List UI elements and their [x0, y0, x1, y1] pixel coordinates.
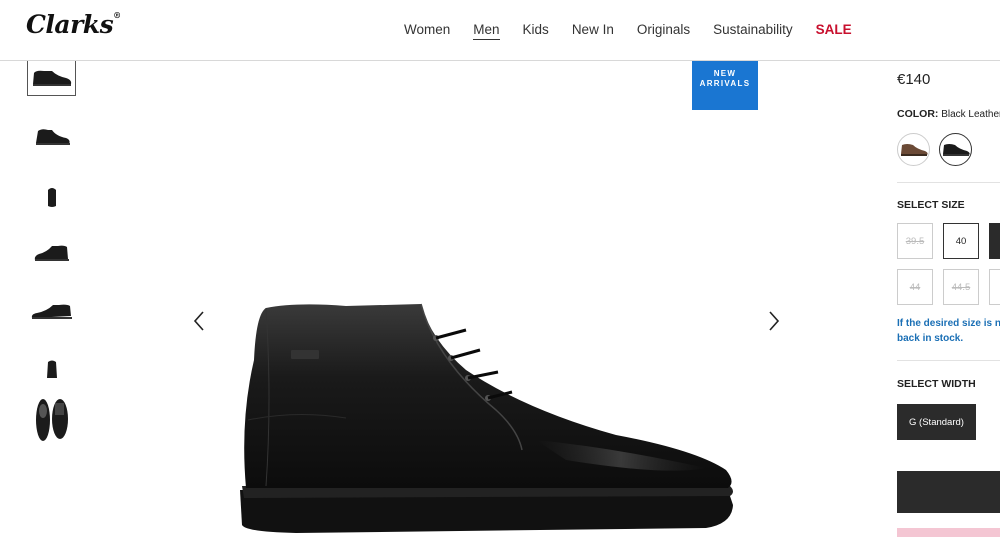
thumbnail-front-view[interactable]: [27, 179, 76, 214]
nav-item-kids[interactable]: Kids: [523, 22, 549, 40]
swatch-brown-leather[interactable]: [897, 133, 930, 166]
nav-item-new-in[interactable]: New In: [572, 22, 614, 40]
nav-item-women[interactable]: Women: [404, 22, 450, 40]
thumbnail-side-view-2[interactable]: [27, 236, 76, 271]
size-option-44-5[interactable]: 44.5: [943, 269, 979, 305]
stock-notification-link[interactable]: If the desired size is no back in stock.: [897, 316, 1000, 346]
nav-item-sale[interactable]: SALE: [816, 22, 852, 40]
thumbnail-heel-view[interactable]: [27, 351, 76, 386]
size-option-selected[interactable]: [989, 223, 1000, 259]
badge-line-1: NEW: [713, 69, 737, 78]
thumbnail-angle-view[interactable]: [27, 119, 76, 154]
product-price: €140: [897, 71, 931, 88]
nav-item-sustainability[interactable]: Sustainability: [713, 22, 793, 40]
secondary-action-bar[interactable]: [897, 528, 1000, 537]
size-option-40[interactable]: 40: [943, 223, 979, 259]
size-option-39-5[interactable]: 39.5: [897, 223, 933, 259]
chevron-right-icon[interactable]: [767, 310, 783, 334]
size-option-44[interactable]: 44: [897, 269, 933, 305]
color-row: COLOR: Black Leather: [897, 108, 1000, 120]
add-to-bag-button[interactable]: [897, 471, 1000, 513]
site-header: Clarks® Women Men Kids New In Originals …: [0, 0, 1000, 61]
nav-item-men[interactable]: Men: [473, 22, 500, 40]
thumbnail-profile-view[interactable]: [27, 294, 76, 329]
clarks-logo[interactable]: Clarks®: [26, 10, 121, 39]
size-option-more[interactable]: [989, 269, 1000, 305]
nav-item-originals[interactable]: Originals: [637, 22, 690, 40]
select-width-title: SELECT WIDTH: [897, 378, 976, 390]
color-label: COLOR:: [897, 108, 939, 120]
stock-note-line-2: back in stock.: [897, 333, 964, 344]
main-nav: Women Men Kids New In Originals Sustaina…: [404, 22, 875, 40]
divider: [897, 182, 1000, 183]
select-size-title: SELECT SIZE: [897, 199, 965, 211]
logo-text: Clarks: [26, 10, 114, 39]
divider: [897, 360, 1000, 361]
thumbnail-side-view[interactable]: [27, 61, 76, 96]
color-value: Black Leather: [941, 109, 1000, 120]
badge-line-2: ARRIVALS: [699, 79, 751, 88]
chevron-left-icon[interactable]: [192, 310, 208, 334]
logo-registered-mark: ®: [113, 10, 121, 20]
new-arrivals-badge: NEW ARRIVALS: [692, 61, 758, 110]
stock-note-line-1: If the desired size is no: [897, 318, 1000, 329]
product-main-image[interactable]: [236, 300, 740, 537]
width-option-g-standard[interactable]: G (Standard): [897, 404, 976, 440]
swatch-black-leather[interactable]: [939, 133, 972, 166]
thumbnail-sole-view[interactable]: [27, 396, 76, 444]
